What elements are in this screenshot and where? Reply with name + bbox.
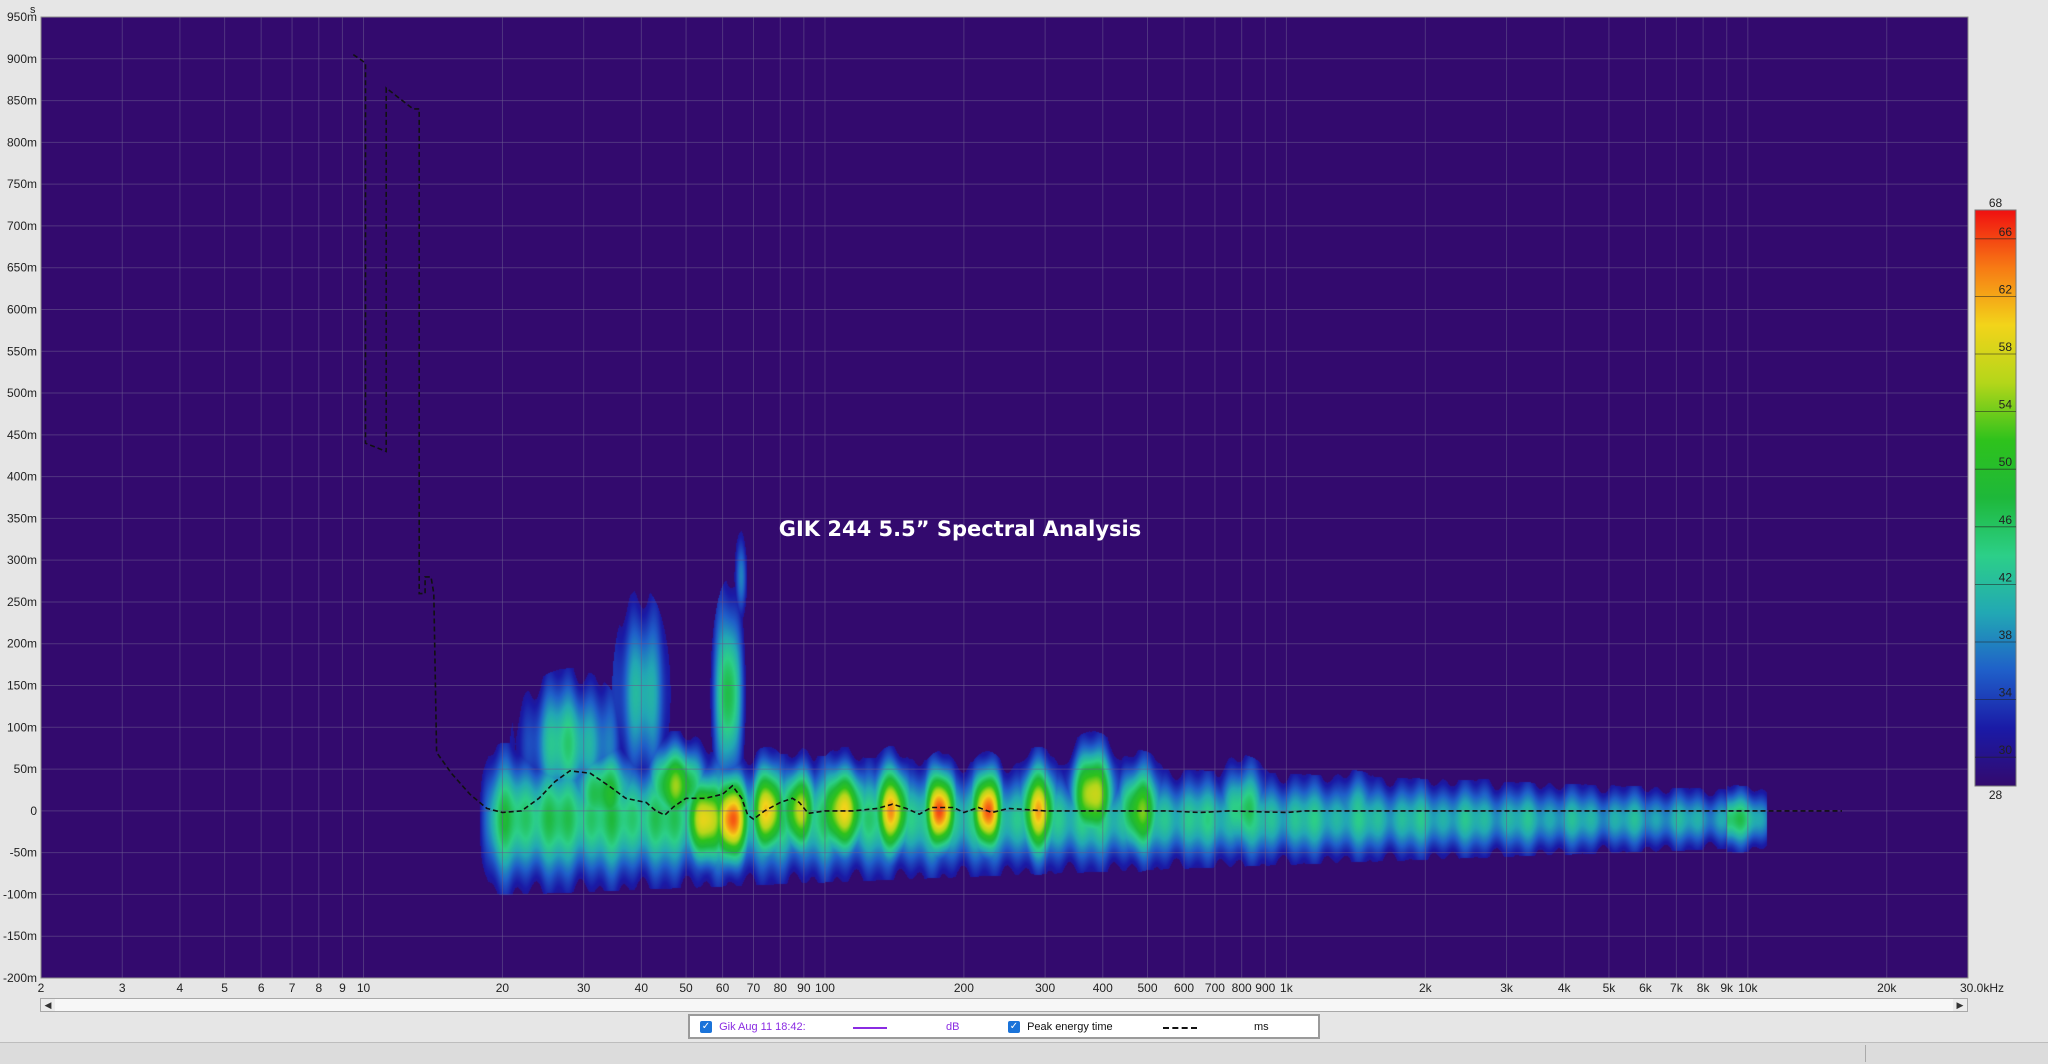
x-tick-label-12: 50 bbox=[679, 981, 693, 995]
x-tick-label-31: 6k bbox=[1639, 981, 1653, 995]
y-tick-label-2: 850m bbox=[7, 94, 37, 108]
measurement-unit: dB bbox=[946, 1021, 960, 1033]
spectrogram-chart[interactable]: GIK 244 5.5” Spectral Analysis 234567891… bbox=[0, 0, 2048, 1000]
legend-entry-measurement[interactable]: ✓ Gik Aug 11 18:42: bbox=[700, 1020, 806, 1035]
x-tick-label-5: 7 bbox=[289, 981, 296, 995]
y-tick-label-22: -150m bbox=[3, 929, 37, 943]
y-tick-label-7: 600m bbox=[7, 302, 37, 316]
colorbar-label-4: 42 bbox=[1999, 570, 2013, 584]
measurement-checkbox[interactable]: ✓ bbox=[700, 1021, 712, 1034]
x-tick-label-6: 8 bbox=[315, 981, 322, 995]
y-tick-label-8: 550m bbox=[7, 344, 37, 358]
y-tick-label-23: -200m bbox=[3, 971, 37, 985]
x-tick-label-34: 9k bbox=[1720, 981, 1734, 995]
y-tick-label-18: 50m bbox=[14, 762, 37, 776]
y-tick-label-21: -100m bbox=[3, 887, 37, 901]
y-tick-label-12: 350m bbox=[7, 511, 37, 525]
y-tick-label-20: -50m bbox=[10, 846, 37, 860]
x-tick-label-2: 4 bbox=[177, 981, 184, 995]
colorbar-label-6: 50 bbox=[1999, 455, 2013, 469]
y-tick-label-11: 400m bbox=[7, 470, 37, 484]
y-tick-label-17: 100m bbox=[7, 720, 37, 734]
x-tick-label-28: 3k bbox=[1500, 981, 1514, 995]
x-tick-label-23: 700 bbox=[1205, 981, 1225, 995]
colorbar-label-11: 68 bbox=[1989, 196, 2003, 210]
scroll-right-arrow-icon[interactable]: ▶ bbox=[1953, 999, 1967, 1011]
y-tick-label-15: 200m bbox=[7, 637, 37, 651]
y-tick-label-5: 700m bbox=[7, 219, 37, 233]
y-tick-label-10: 450m bbox=[7, 428, 37, 442]
x-tick-label-0: 2 bbox=[38, 981, 45, 995]
x-tick-label-11: 40 bbox=[635, 981, 649, 995]
x-tick-label-36: 20k bbox=[1877, 981, 1897, 995]
colorbar-label-1: 30 bbox=[1999, 743, 2013, 757]
legend: ✓ Gik Aug 11 18:42: dB ✓ Peak energy tim… bbox=[688, 1014, 1320, 1039]
peak-energy-time-unit: ms bbox=[1254, 1021, 1269, 1033]
colorbar-label-2: 34 bbox=[1999, 686, 2013, 700]
x-tick-label-29: 4k bbox=[1558, 981, 1572, 995]
x-tick-label-30: 5k bbox=[1603, 981, 1617, 995]
y-tick-label-16: 150m bbox=[7, 679, 37, 693]
x-tick-label-4: 6 bbox=[258, 981, 265, 995]
colorbar-label-8: 58 bbox=[1999, 340, 2013, 354]
colorbar-label-10: 66 bbox=[1999, 225, 2013, 239]
y-tick-label-13: 300m bbox=[7, 553, 37, 567]
x-tick-label-17: 100 bbox=[815, 981, 835, 995]
y-tick-label-19: 0 bbox=[30, 804, 37, 818]
y-tick-label-3: 800m bbox=[7, 135, 37, 149]
scroll-left-arrow-icon[interactable]: ◀ bbox=[41, 999, 55, 1011]
x-tick-label-14: 70 bbox=[747, 981, 761, 995]
measurement-label: Gik Aug 11 18:42: bbox=[719, 1021, 806, 1033]
x-tick-label-19: 300 bbox=[1035, 981, 1055, 995]
y-axis-unit: s bbox=[30, 4, 36, 16]
x-tick-label-8: 10 bbox=[357, 981, 371, 995]
chart-title: GIK 244 5.5” Spectral Analysis bbox=[779, 517, 1141, 541]
x-tick-label-13: 60 bbox=[716, 981, 730, 995]
x-tick-label-18: 200 bbox=[954, 981, 974, 995]
x-tick-label-20: 400 bbox=[1093, 981, 1113, 995]
peak-energy-time-line-swatch bbox=[1163, 1027, 1197, 1029]
colorbar: 28 30 34 38 42 46 50 54 58 62 66 68 bbox=[1974, 196, 2017, 802]
x-tick-label-32: 7k bbox=[1670, 981, 1684, 995]
x-tick-label-21: 500 bbox=[1137, 981, 1157, 995]
peak-energy-time-label: Peak energy time bbox=[1027, 1021, 1113, 1033]
y-tick-label-14: 250m bbox=[7, 595, 37, 609]
x-tick-label-10: 30 bbox=[577, 981, 591, 995]
x-tick-label-1: 3 bbox=[119, 981, 126, 995]
x-tick-label-35: 10k bbox=[1738, 981, 1758, 995]
x-tick-label-22: 600 bbox=[1174, 981, 1194, 995]
status-bar-separator bbox=[1865, 1045, 1866, 1062]
x-tick-label-25: 900 bbox=[1255, 981, 1275, 995]
peak-energy-time-checkbox[interactable]: ✓ bbox=[1008, 1021, 1020, 1034]
y-tick-label-9: 500m bbox=[7, 386, 37, 400]
y-tick-label-6: 650m bbox=[7, 261, 37, 275]
x-tick-label-16: 90 bbox=[797, 981, 811, 995]
x-tick-label-15: 80 bbox=[774, 981, 788, 995]
y-tick-label-1: 900m bbox=[7, 52, 37, 66]
x-tick-label-26: 1k bbox=[1280, 981, 1294, 995]
legend-entry-peak-energy-time[interactable]: ✓ Peak energy time bbox=[1008, 1020, 1113, 1035]
x-tick-label-37: 30.0kHz bbox=[1960, 981, 2004, 995]
colorbar-label-9: 62 bbox=[1999, 282, 2013, 296]
spectrogram-heatmap bbox=[41, 17, 1968, 978]
x-tick-label-3: 5 bbox=[221, 981, 228, 995]
colorbar-label-3: 38 bbox=[1999, 628, 2013, 642]
y-tick-label-4: 750m bbox=[7, 177, 37, 191]
x-tick-label-7: 9 bbox=[339, 981, 346, 995]
x-tick-label-27: 2k bbox=[1419, 981, 1433, 995]
colorbar-label-7: 54 bbox=[1999, 398, 2013, 412]
horizontal-scrollbar[interactable]: ◀ ▶ bbox=[40, 998, 1968, 1012]
x-tick-label-9: 20 bbox=[496, 981, 510, 995]
status-bar bbox=[0, 1042, 2048, 1064]
x-tick-label-33: 8k bbox=[1697, 981, 1711, 995]
measurement-line-swatch bbox=[853, 1027, 887, 1029]
colorbar-label-5: 46 bbox=[1999, 513, 2013, 527]
colorbar-label-0: 28 bbox=[1989, 788, 2003, 802]
x-tick-label-24: 800 bbox=[1232, 981, 1252, 995]
